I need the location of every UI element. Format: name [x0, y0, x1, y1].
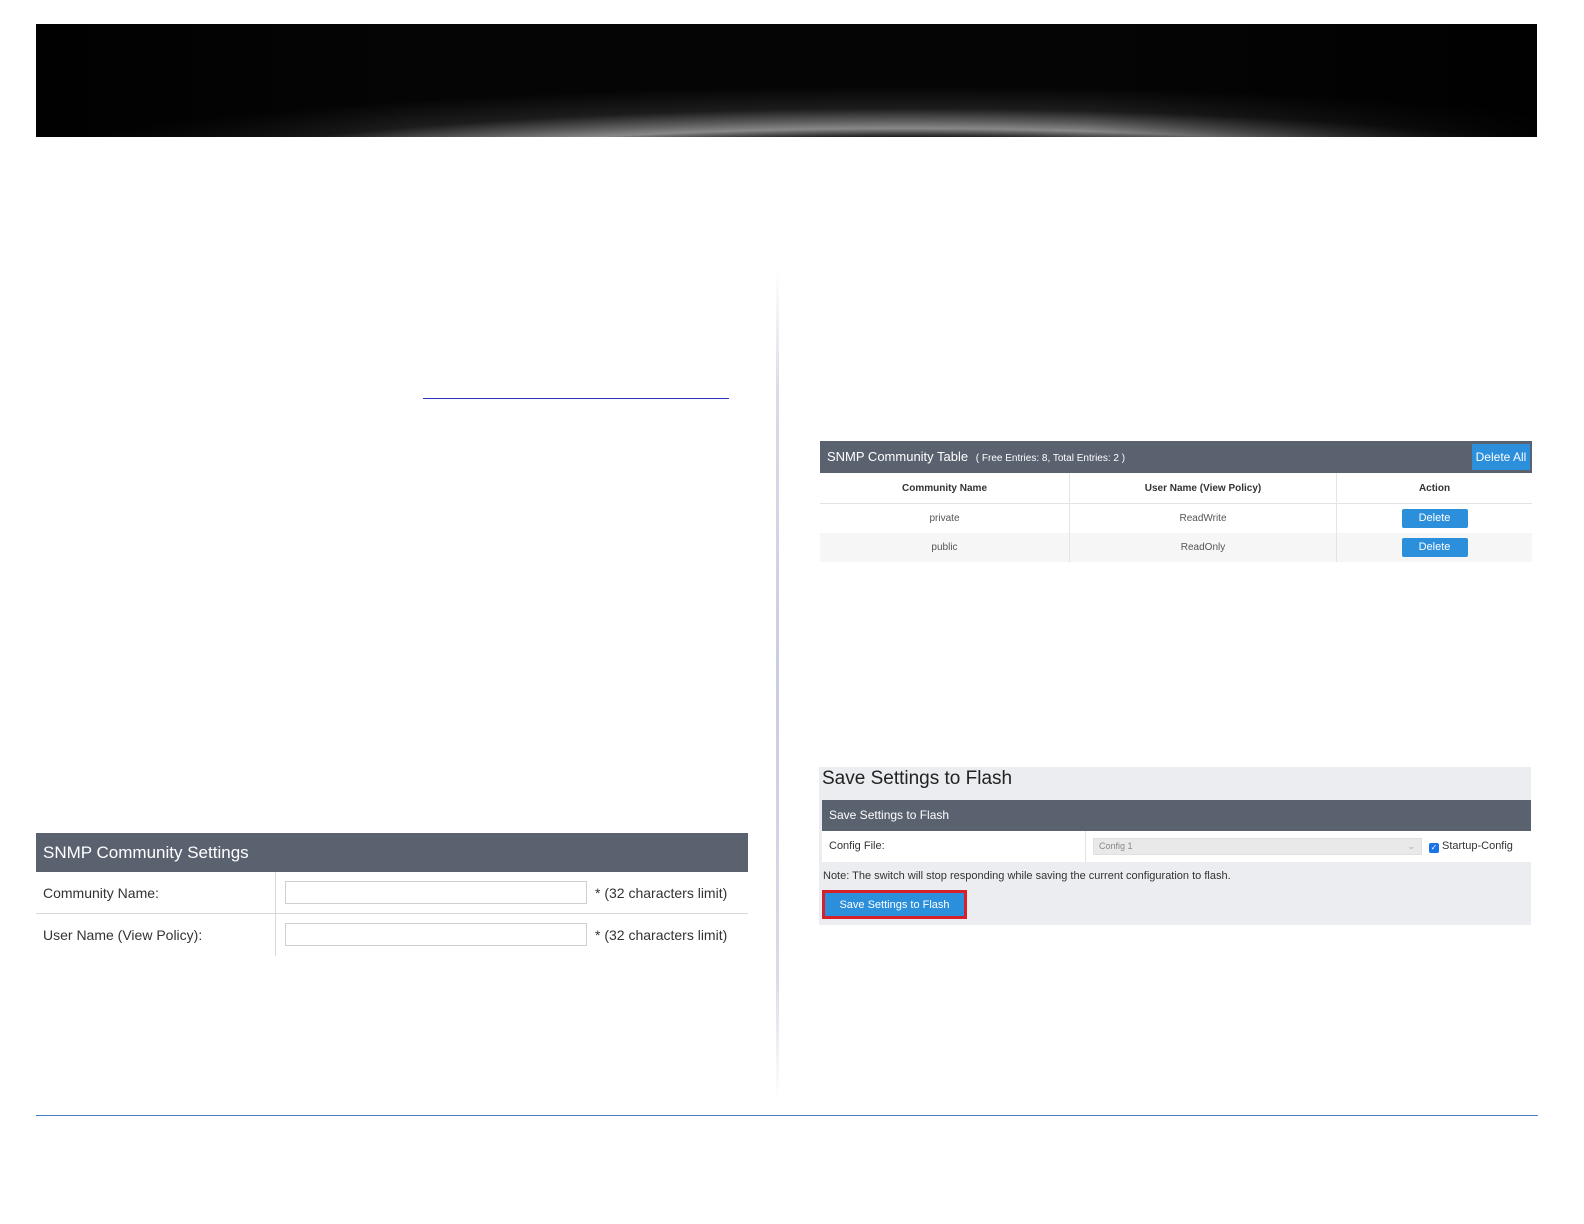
flash-page-title: Save Settings to Flash	[822, 768, 1013, 789]
community-table-grid: Community Name User Name (View Policy) A…	[820, 473, 1532, 562]
community-name-row: Community Name: * (32 characters limit)	[36, 872, 748, 914]
row-separator	[1085, 831, 1086, 862]
table-cell-action: Delete	[1337, 533, 1532, 562]
config-file-row: Config File: Config 1 ⌄ ✓ Startup-Config	[822, 831, 1531, 862]
delete-all-button[interactable]: Delete All	[1472, 444, 1530, 470]
user-name-label: User Name (View Policy):	[43, 927, 203, 943]
table-cell-action: Delete	[1337, 504, 1532, 533]
snmp-community-settings-panel: SNMP Community Settings Community Name: …	[36, 833, 748, 956]
highlight-box: Save Settings to Flash	[822, 890, 967, 919]
community-name-label: Community Name:	[43, 885, 159, 901]
startup-config-checkbox[interactable]: ✓ Startup-Config	[1429, 839, 1513, 853]
column-header-user-name: User Name (View Policy)	[1070, 473, 1337, 504]
table-cell-user-name: ReadOnly	[1070, 533, 1337, 562]
config-file-select[interactable]: Config 1 ⌄	[1093, 838, 1422, 855]
save-settings-to-flash-panel: Save Settings to Flash Save Settings to …	[819, 767, 1531, 925]
community-table-entries-count: ( Free Entries: 8, Total Entries: 2 )	[975, 453, 1126, 464]
column-header-community-name: Community Name	[820, 473, 1070, 504]
flash-section-title: Save Settings to Flash	[822, 800, 1531, 831]
user-name-input[interactable]	[285, 923, 587, 946]
chevron-down-icon: ⌄	[1407, 841, 1415, 851]
row-separator	[275, 872, 276, 913]
community-table-title-text: SNMP Community Table	[827, 449, 969, 464]
row-separator	[275, 914, 276, 956]
table-cell-user-name: ReadWrite	[1070, 504, 1337, 533]
community-table-header: SNMP Community Table ( Free Entries: 8, …	[820, 441, 1532, 473]
community-table-title: SNMP Community Table ( Free Entries: 8, …	[827, 441, 1125, 475]
column-header-action: Action	[1337, 473, 1532, 504]
flash-note-text: Note: The switch will stop responding wh…	[823, 870, 1231, 882]
hyperlink-underline[interactable]	[423, 398, 729, 399]
delete-row-button[interactable]: Delete	[1401, 509, 1468, 528]
user-name-limit-hint: * (32 characters limit)	[595, 927, 728, 943]
settings-panel-title: SNMP Community Settings	[36, 833, 748, 872]
community-name-input[interactable]	[285, 881, 587, 904]
user-name-row: User Name (View Policy): * (32 character…	[36, 914, 748, 956]
startup-config-label: Startup-Config	[1442, 840, 1513, 852]
column-divider	[776, 270, 779, 1100]
footer-divider-line	[36, 1115, 1538, 1116]
header-banner-image	[36, 24, 1537, 137]
checkbox-checked-icon[interactable]: ✓	[1429, 843, 1439, 853]
config-file-label: Config File:	[829, 840, 885, 852]
snmp-community-table-panel: SNMP Community Table ( Free Entries: 8, …	[820, 441, 1532, 562]
save-settings-to-flash-button[interactable]: Save Settings to Flash	[825, 893, 964, 916]
table-cell-community: public	[820, 533, 1070, 562]
community-name-limit-hint: * (32 characters limit)	[595, 885, 728, 901]
table-cell-community: private	[820, 504, 1070, 533]
config-file-selected-value: Config 1	[1099, 841, 1133, 851]
delete-row-button[interactable]: Delete	[1401, 538, 1468, 557]
